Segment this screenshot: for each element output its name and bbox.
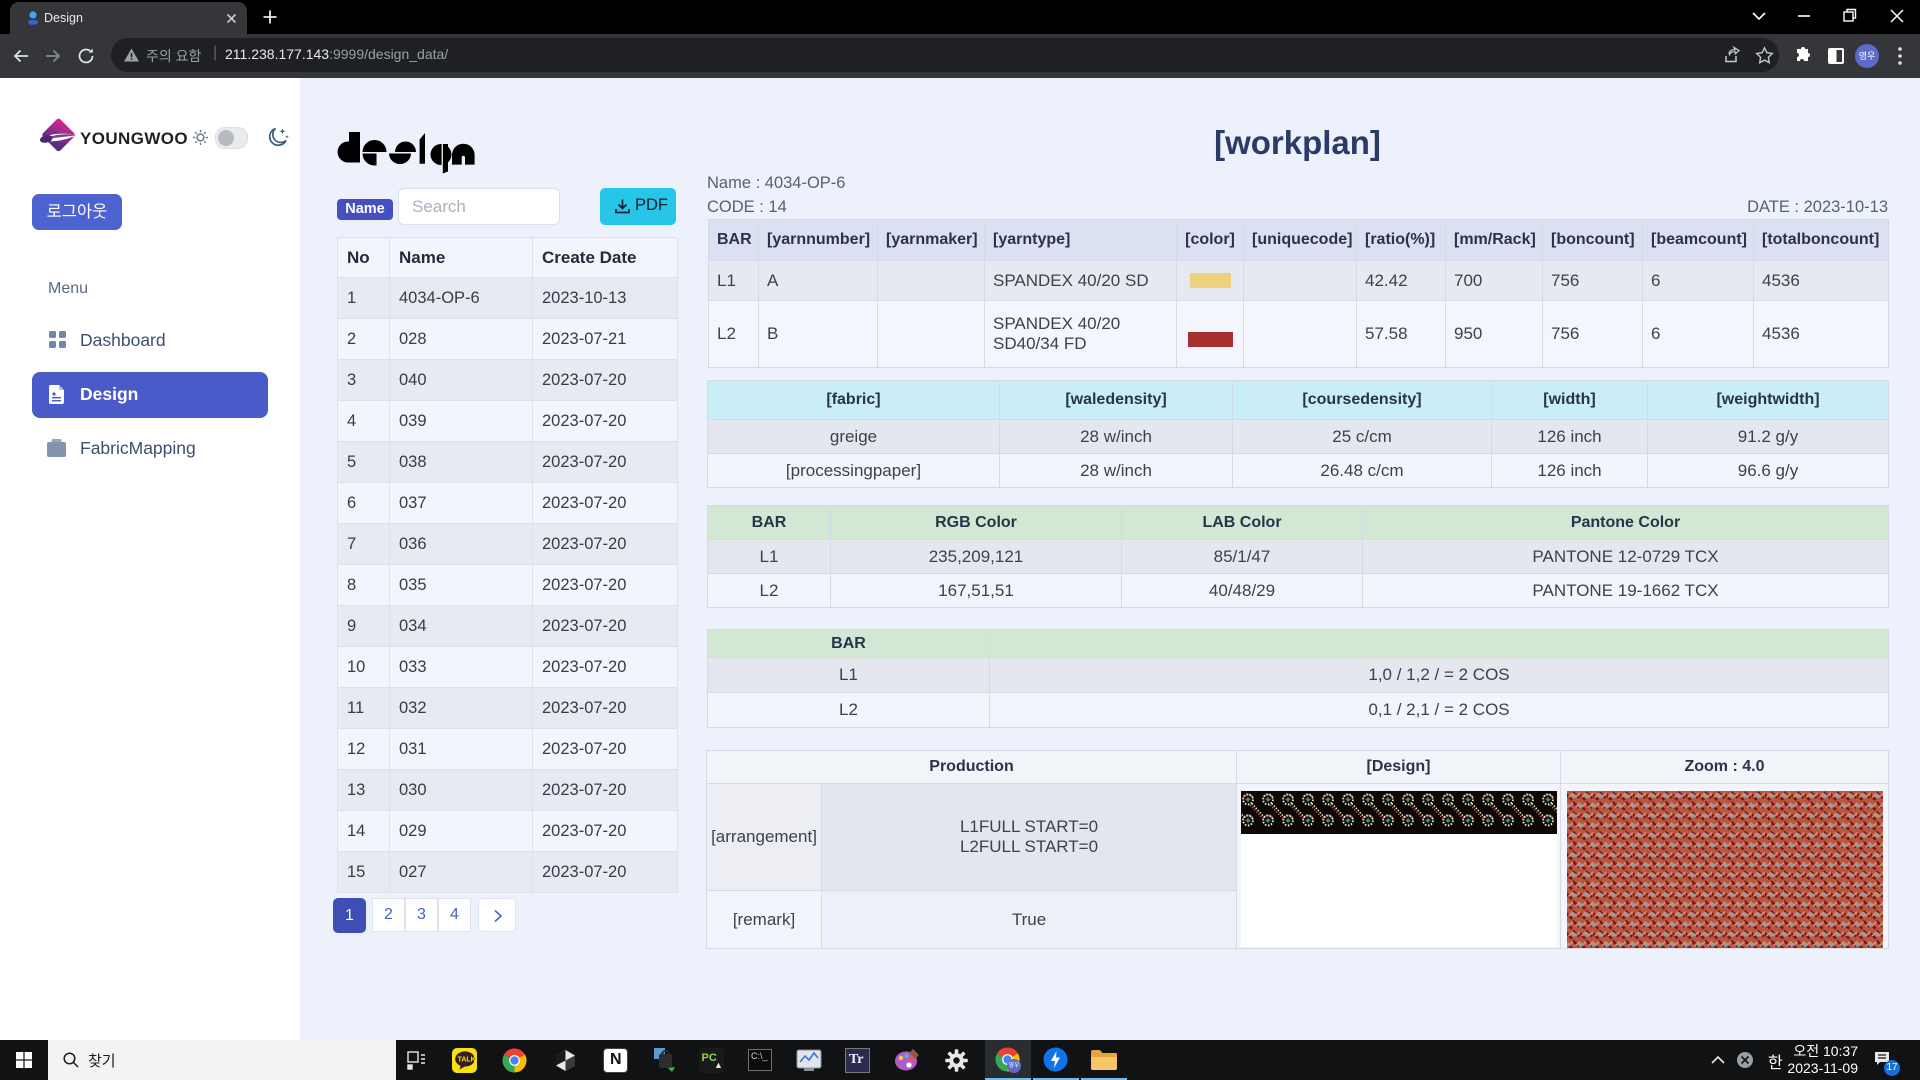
svg-text:TALK: TALK: [457, 1057, 475, 1064]
